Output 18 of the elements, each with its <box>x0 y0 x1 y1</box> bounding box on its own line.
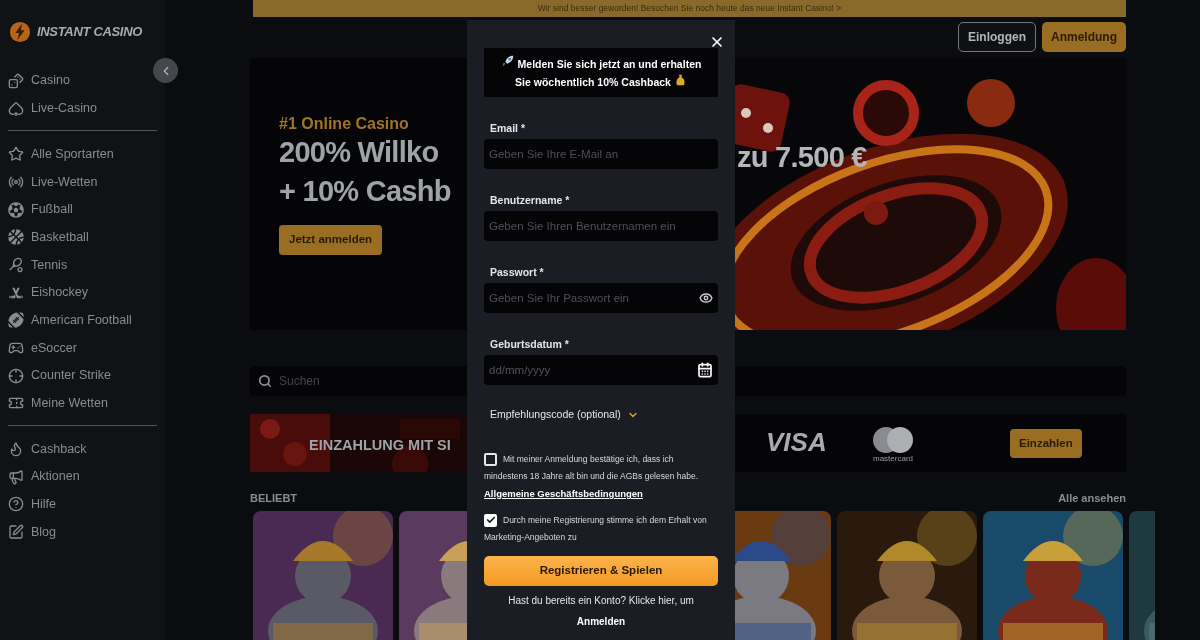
consent-text: Durch meine Registrierung stimme ich dem Erhalt von <box>503 513 707 527</box>
hero-kicker: #1 Online Casino <box>279 115 409 133</box>
promo-text: Sie wöchentlich 10% Cashback <box>515 74 671 90</box>
consent-text: Marketing-Angeboten zu <box>484 531 578 544</box>
field-label: Passwort * <box>489 265 544 279</box>
consent-text: Mit meiner Anmeldung bestätige ich, dass ich <box>503 452 674 466</box>
hero-title-line: + 10% Cashb <box>279 174 451 209</box>
promo-text: Melden Sie sich jetzt an und erhalten <box>517 56 702 72</box>
consent-text: mindestens 18 Jahre alt bin und die AGBs gelesen habe. Allgemeine Geschäftsbedingungen <box>484 470 700 501</box>
field-label: Benutzername * <box>489 193 570 207</box>
deposit-title: EINZAHLUNG MIT SI <box>309 436 451 455</box>
field-label: Email * <box>489 121 526 135</box>
visa-logo: VISA <box>766 428 827 456</box>
mastercard-text: mastercard <box>873 454 913 463</box>
section-title: BELIEBT <box>250 490 298 506</box>
field-label: Geburtsdatum * <box>489 337 569 351</box>
login-prompt: Hast du bereits ein Konto? Klicke hier, um <box>507 594 695 608</box>
hero-title-line: 200% Willko <box>279 135 439 170</box>
